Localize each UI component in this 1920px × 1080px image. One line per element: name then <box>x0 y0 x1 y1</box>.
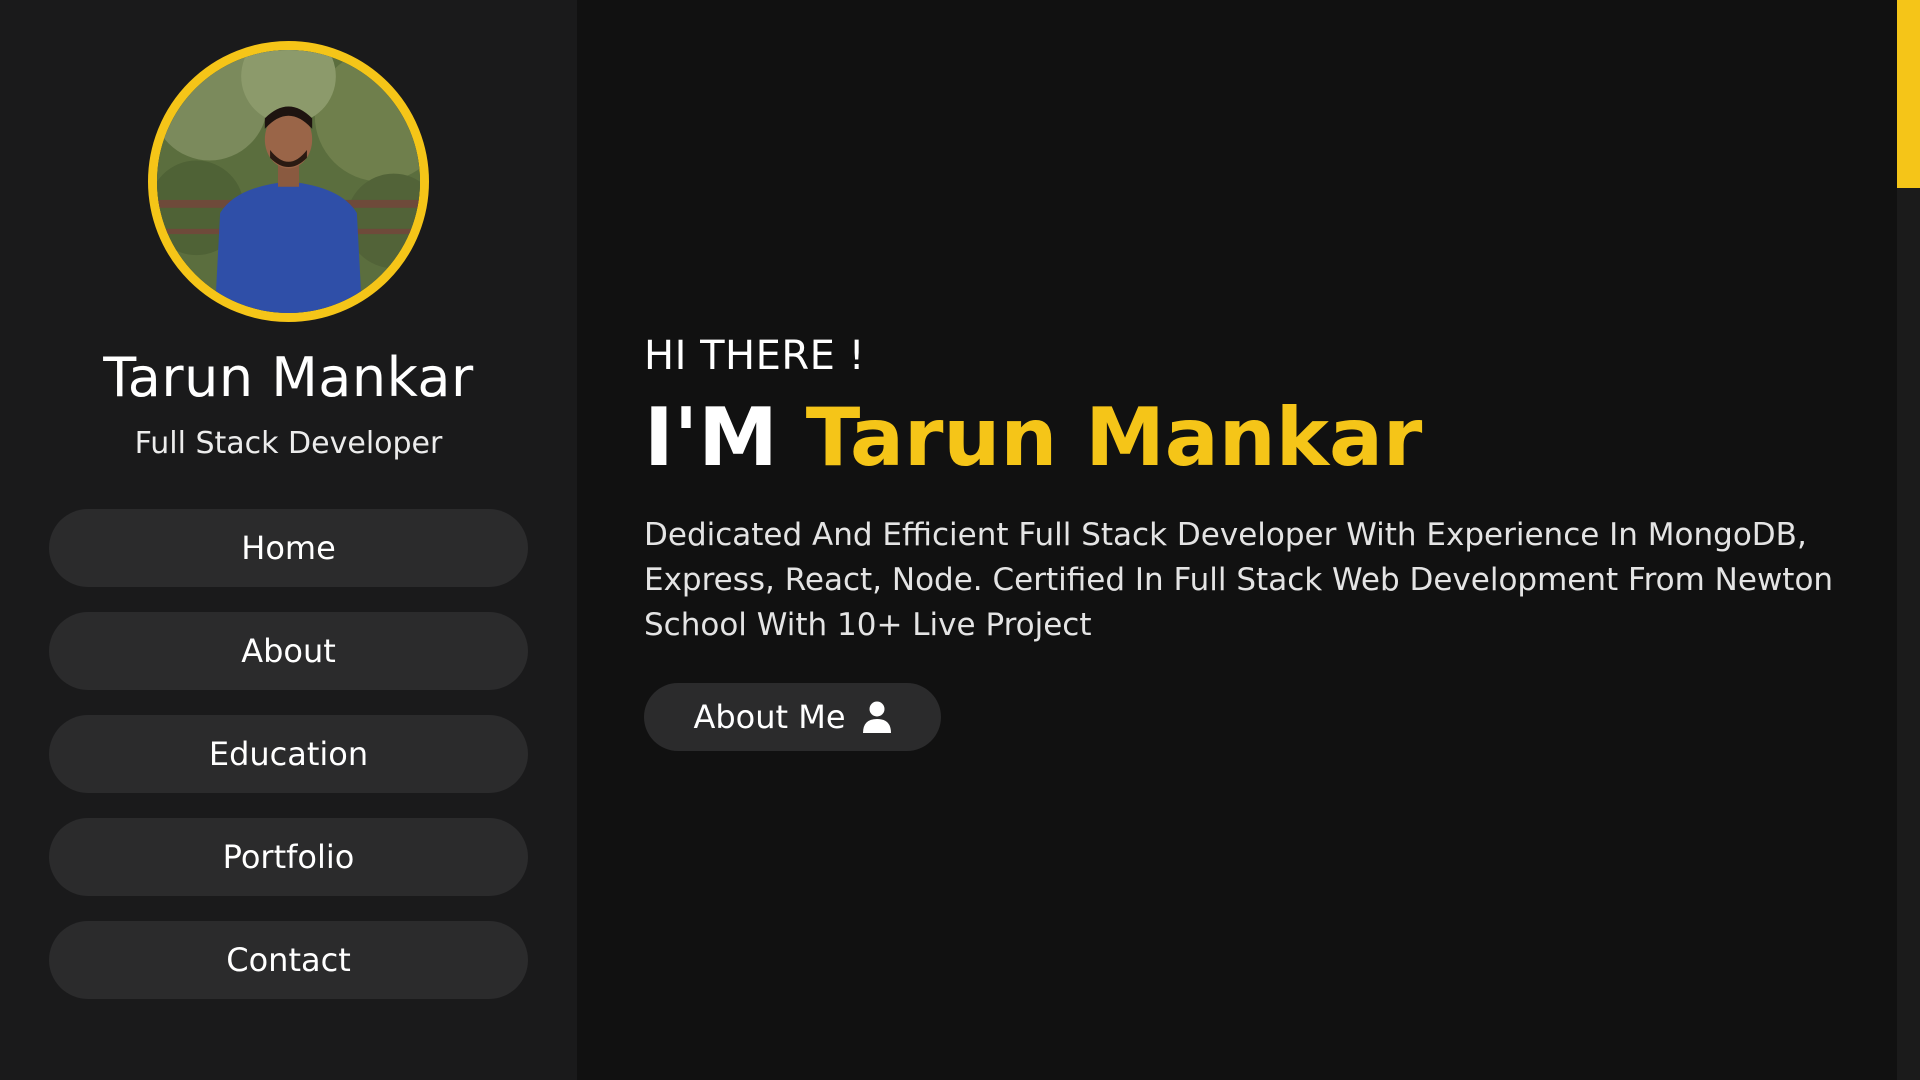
scrollbar-thumb[interactable] <box>1897 0 1920 188</box>
sidebar-nav: Home About Education Portfolio Contact <box>49 509 528 1024</box>
hero-section: HI THERE ! I'M Tarun Mankar Dedicated An… <box>577 0 1897 1080</box>
headline-prefix: I'M <box>644 391 778 484</box>
hero-headline: I'M Tarun Mankar <box>644 394 1422 482</box>
profile-role: Full Stack Developer <box>134 426 443 461</box>
nav-item-education[interactable]: Education <box>49 715 528 793</box>
profile-photo <box>157 50 420 313</box>
profile-name: Tarun Mankar <box>103 346 474 409</box>
scrollbar[interactable] <box>1897 0 1920 1080</box>
avatar <box>148 41 429 322</box>
nav-item-contact[interactable]: Contact <box>49 921 528 999</box>
user-icon <box>862 701 891 733</box>
headline-name: Tarun Mankar <box>805 391 1423 484</box>
page: Tarun Mankar Full Stack Developer Home A… <box>0 0 1920 1080</box>
hero-intro: Dedicated And Efficient Full Stack Devel… <box>644 517 1834 643</box>
nav-item-home[interactable]: Home <box>49 509 528 587</box>
about-me-button[interactable]: About Me <box>644 683 941 751</box>
nav-item-about[interactable]: About <box>49 612 528 690</box>
hero-greeting: HI THERE ! <box>644 333 866 379</box>
nav-item-portfolio[interactable]: Portfolio <box>49 818 528 896</box>
sidebar: Tarun Mankar Full Stack Developer Home A… <box>0 0 577 1080</box>
about-me-label: About Me <box>693 698 846 736</box>
